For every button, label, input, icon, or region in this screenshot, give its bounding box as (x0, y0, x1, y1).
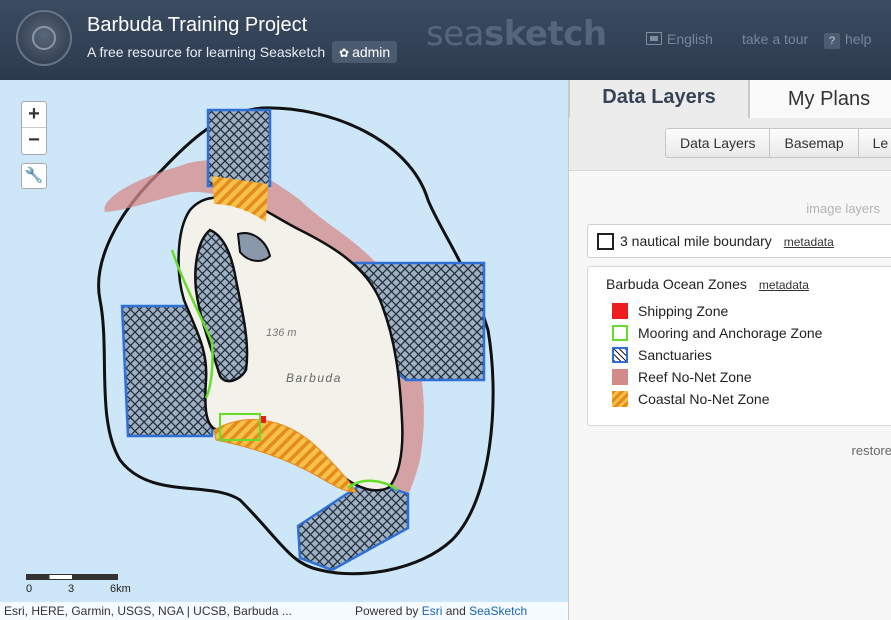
help-icon: ? (824, 33, 840, 49)
project-title[interactable]: Barbuda Training Project (87, 14, 307, 37)
zoom-control: + − (21, 101, 47, 155)
sanctuaries-swatch (612, 347, 628, 363)
subtab-legend[interactable]: Le (857, 128, 891, 158)
scale-bar: 0 3 6km (26, 574, 131, 595)
zoom-in-button[interactable]: + (22, 102, 46, 128)
legend-mooring-zone[interactable]: Mooring and Anchorage Zone (612, 324, 822, 342)
mooring-swatch (612, 325, 628, 341)
sanctuary-north (206, 108, 272, 188)
subtab-basemap[interactable]: Basemap (769, 128, 859, 158)
legend-label: Coastal No-Net Zone (638, 391, 770, 407)
tab-data-layers[interactable]: Data Layers (569, 80, 749, 118)
legend-label: Mooring and Anchorage Zone (638, 325, 823, 341)
sanctuary-south (296, 478, 410, 572)
attribution-sources: Esri, HERE, Garmin, USGS, NGA | UCSB, Ba… (4, 604, 292, 618)
map-canvas[interactable]: 136 m Barbuda (0, 80, 568, 620)
scale-label-0: 0 (26, 583, 33, 595)
layer-checkbox[interactable] (597, 233, 614, 250)
help-label: help (845, 31, 872, 47)
shipping-zone (261, 416, 266, 423)
powered-by: Powered by Esri and SeaSketch (355, 602, 527, 620)
restore-link[interactable]: restore (852, 443, 891, 458)
legend-label: Sanctuaries (638, 347, 712, 363)
legend-coastal-no-net[interactable]: Coastal No-Net Zone (612, 390, 770, 408)
legend-reef-no-net[interactable]: Reef No-Net Zone (612, 368, 752, 386)
language-label: English (667, 31, 713, 47)
help-link[interactable]: ? help (824, 31, 871, 49)
side-panel: Data Layers My Plans Data Layers Basemap… (568, 80, 891, 620)
powered-by-prefix: Powered by (355, 604, 419, 618)
project-subtitle: A free resource for learning Seasketch (87, 44, 326, 60)
wrench-icon: 🔧 (24, 167, 44, 184)
esri-link[interactable]: Esri (422, 604, 443, 618)
legend-shipping-zone[interactable]: Shipping Zone (612, 302, 728, 320)
logo-seal-icon (32, 26, 56, 50)
subtab-data-layers[interactable]: Data Layers (665, 128, 771, 158)
powered-by-and: and (445, 604, 466, 618)
scale-bar-graphic (26, 574, 118, 580)
take-tour-link[interactable]: take a tour (742, 31, 808, 47)
language-link[interactable]: English (646, 31, 713, 47)
brand-part-sketch: sketch (483, 14, 607, 54)
metadata-link[interactable]: metadata (784, 235, 834, 249)
layer-list: image layers 3 nautical mile boundary met… (569, 170, 891, 620)
layer-label: 3 nautical mile boundary (620, 233, 772, 249)
reef-swatch (612, 369, 628, 385)
scale-label-3: 3 (68, 583, 75, 595)
image-layers-heading: image layers (806, 201, 880, 216)
seasketch-logo[interactable]: seasketch (426, 14, 607, 54)
layer-subtabs: Data Layers Basemap Le (665, 128, 891, 158)
brand-part-sea: sea (426, 14, 484, 54)
map-tools-button[interactable]: 🔧 (21, 163, 47, 189)
zones-metadata-link[interactable]: metadata (759, 278, 809, 292)
legend-label: Reef No-Net Zone (638, 369, 752, 385)
map-view[interactable]: 136 m Barbuda + − 🔧 0 3 6km Esri, HERE, … (0, 80, 568, 620)
legend-label: Shipping Zone (638, 303, 729, 319)
elevation-label: 136 m (266, 327, 297, 339)
coastal-swatch (612, 391, 628, 407)
layer-ocean-zones: Barbuda Ocean Zones metadata Shipping Zon… (587, 266, 891, 426)
zones-title: Barbuda Ocean Zones metadata (606, 276, 809, 292)
seasketch-link[interactable]: SeaSketch (469, 604, 527, 618)
shipping-swatch (612, 303, 628, 319)
admin-label: admin (352, 44, 391, 60)
language-icon (646, 32, 662, 45)
zones-title-text: Barbuda Ocean Zones (606, 276, 747, 292)
layer-three-nm-boundary[interactable]: 3 nautical mile boundary metadata (587, 224, 891, 258)
place-label-barbuda: Barbuda (286, 371, 342, 385)
scale-label-6km: 6km (110, 583, 131, 595)
gear-icon: ✿ (339, 46, 350, 60)
admin-button[interactable]: ✿ admin (332, 41, 398, 63)
legend-sanctuaries[interactable]: Sanctuaries (612, 346, 712, 364)
tab-my-plans[interactable]: My Plans (749, 80, 891, 118)
map-attribution: Esri, HERE, Garmin, USGS, NGA | UCSB, Ba… (0, 602, 568, 620)
app-header: Barbuda Training Project A free resource… (0, 0, 891, 80)
zoom-out-button[interactable]: − (22, 128, 46, 154)
project-logo[interactable] (16, 10, 72, 66)
